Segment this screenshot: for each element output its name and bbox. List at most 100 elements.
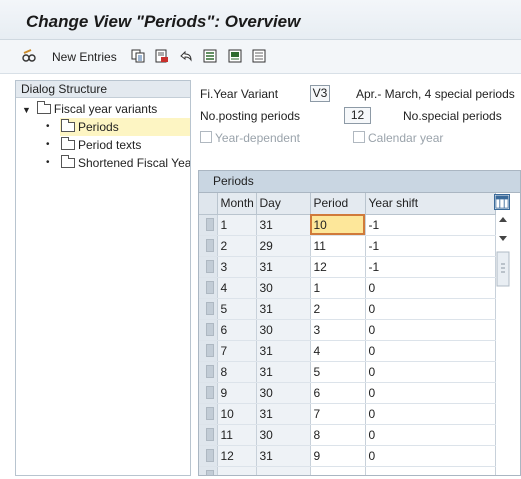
tree-node-shortened-fiscal-year[interactable]: Shortened Fiscal Yea (60, 154, 191, 172)
year-shift-input[interactable]: 0 (365, 361, 496, 383)
dialog-structure-title: Dialog Structure (16, 81, 190, 98)
period-input[interactable]: 9 (310, 445, 366, 467)
fiscal-year-variant-field: V3 (310, 85, 330, 102)
day-cell: 31 (256, 340, 311, 362)
toolbar: New Entries (0, 40, 521, 74)
period-input[interactable]: 7 (310, 403, 366, 425)
day-cell: 30 (256, 319, 311, 341)
row-selector[interactable] (199, 466, 218, 475)
table-row: 8 31 5 0 (199, 361, 496, 383)
period-input[interactable]: 2 (310, 298, 366, 320)
tree-node-label: Fiscal year variants (53, 102, 158, 116)
column-header-year-shift[interactable]: Year shift (365, 193, 496, 215)
year-shift-input[interactable]: -1 (365, 256, 496, 278)
table-row: 10 31 7 0 (199, 403, 496, 425)
edit-glasses-icon[interactable] (22, 49, 36, 63)
period-input[interactable]: 11 (310, 235, 366, 257)
folder-open-icon (61, 119, 75, 132)
year-dependent-checkbox[interactable] (200, 131, 212, 143)
periods-table: Month Day Period Year shift 1 31 10 -1 2… (199, 193, 496, 475)
select-column-header[interactable] (199, 193, 218, 215)
month-cell: 8 (217, 361, 257, 383)
row-selector[interactable] (199, 256, 218, 278)
tree-bullet: • (46, 139, 50, 150)
month-cell: 9 (217, 382, 257, 404)
select-block-icon[interactable] (228, 49, 242, 63)
table-settings-icon[interactable] (494, 194, 510, 210)
scroll-up-icon (499, 217, 507, 222)
period-input[interactable]: 10 (310, 214, 366, 236)
row-selector[interactable] (199, 403, 218, 425)
new-entries-button[interactable]: New Entries (52, 50, 117, 64)
row-selector[interactable] (199, 445, 218, 467)
scroll-thumb (496, 251, 510, 287)
month-cell: 12 (217, 445, 257, 467)
table-row: 2 29 11 -1 (199, 235, 496, 257)
table-row: 4 30 1 0 (199, 277, 496, 299)
tree-node-periods[interactable]: Periods (60, 118, 190, 136)
day-cell: 30 (256, 277, 311, 299)
undo-icon[interactable] (179, 49, 193, 63)
vertical-scrollbar[interactable] (496, 214, 510, 476)
year-shift-input[interactable]: -1 (365, 214, 496, 236)
month-cell: 6 (217, 319, 257, 341)
year-shift-input[interactable]: 0 (365, 319, 496, 341)
month-cell: 7 (217, 340, 257, 362)
copy-icon[interactable] (131, 49, 145, 63)
row-selector[interactable] (199, 277, 218, 299)
period-input[interactable]: 12 (310, 256, 366, 278)
day-cell: 31 (256, 403, 311, 425)
column-header-month[interactable]: Month (217, 193, 257, 215)
month-cell: 11 (217, 424, 257, 446)
row-selector[interactable] (199, 235, 218, 257)
row-selector[interactable] (199, 340, 218, 362)
posting-periods-label: No.posting periods (200, 109, 301, 123)
tree-node-period-texts[interactable]: Period texts (60, 136, 141, 154)
month-cell: 10 (217, 403, 257, 425)
special-periods-label: No.special periods (403, 109, 502, 123)
period-input[interactable]: 8 (310, 424, 366, 446)
calendar-year-checkbox[interactable] (353, 131, 365, 143)
year-shift-input[interactable]: 0 (365, 445, 496, 467)
table-row: 1 31 10 -1 (199, 214, 496, 236)
row-selector[interactable] (199, 361, 218, 383)
period-input[interactable]: 3 (310, 319, 366, 341)
period-input[interactable]: 5 (310, 361, 366, 383)
year-shift-input[interactable]: 0 (365, 298, 496, 320)
year-shift-input[interactable]: -1 (365, 235, 496, 257)
table-row: 7 31 4 0 (199, 340, 496, 362)
column-header-day[interactable]: Day (256, 193, 311, 215)
year-shift-input[interactable]: 0 (365, 424, 496, 446)
period-input[interactable]: 1 (310, 277, 366, 299)
row-selector[interactable] (199, 319, 218, 341)
day-cell: 31 (256, 214, 311, 236)
select-all-icon[interactable] (203, 49, 217, 63)
table-row: 9 30 6 0 (199, 382, 496, 404)
fiscal-year-variant-label: Fi.Year Variant (200, 87, 279, 101)
column-header-period[interactable]: Period (310, 193, 366, 215)
table-row: 6 30 3 0 (199, 319, 496, 341)
calendar-year-label: Calendar year (368, 131, 444, 145)
day-cell: 31 (256, 361, 311, 383)
periods-table-panel: Periods Month Day Period Year shift 1 31… (198, 170, 521, 476)
deselect-all-icon[interactable] (252, 49, 266, 63)
month-cell: 5 (217, 298, 257, 320)
tree-node-label: Period texts (78, 138, 142, 152)
row-selector[interactable] (199, 298, 218, 320)
tree-node-fiscal-year-variants[interactable]: ▼ Fiscal year variants (22, 100, 157, 118)
row-selector[interactable] (199, 424, 218, 446)
row-selector[interactable] (199, 382, 218, 404)
table-row: 11 30 8 0 (199, 424, 496, 446)
delete-icon[interactable] (155, 49, 169, 63)
period-input[interactable]: 6 (310, 382, 366, 404)
month-cell: 4 (217, 277, 257, 299)
year-shift-input[interactable]: 0 (365, 382, 496, 404)
year-shift-input[interactable]: 0 (365, 403, 496, 425)
period-input[interactable]: 4 (310, 340, 366, 362)
row-selector[interactable] (199, 214, 218, 236)
year-shift-input[interactable]: 0 (365, 340, 496, 362)
year-shift-input[interactable]: 0 (365, 277, 496, 299)
tree-node-label: Shortened Fiscal Yea (78, 156, 191, 170)
day-cell: 31 (256, 256, 311, 278)
expand-triangle-icon[interactable]: ▼ (22, 105, 31, 115)
